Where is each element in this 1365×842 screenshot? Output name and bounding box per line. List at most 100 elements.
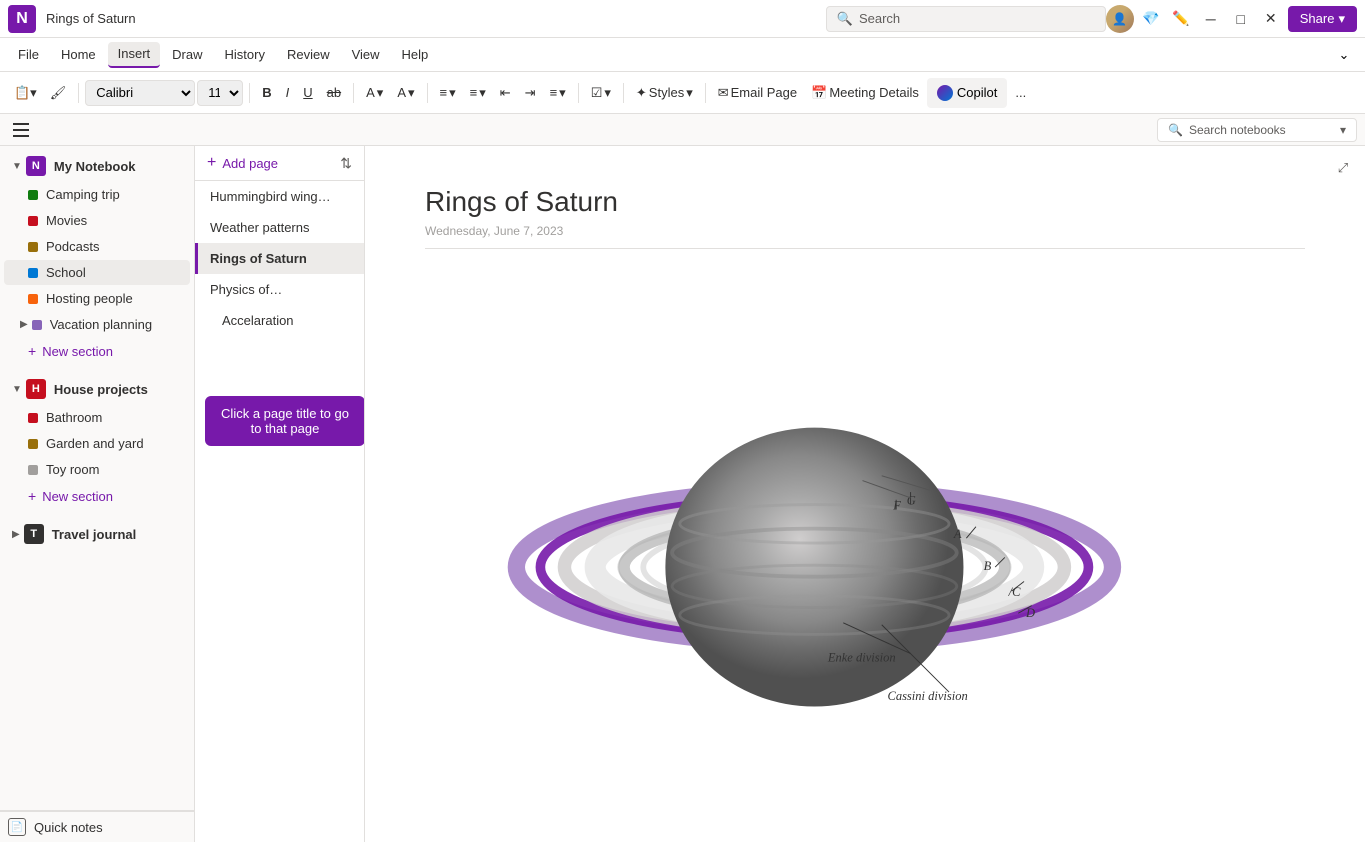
expand-button[interactable]: ⤢ <box>1331 156 1355 180</box>
copilot-icon <box>937 85 953 101</box>
check-button[interactable]: ☑ ▾ <box>585 78 617 108</box>
styles-button[interactable]: ✦ Styles ▾ <box>630 78 699 108</box>
notebook-my-notebook-header[interactable]: ▼ N My Notebook <box>4 151 190 181</box>
section-movies[interactable]: Movies <box>4 208 190 233</box>
page-date: Wednesday, June 7, 2023 <box>425 224 1305 249</box>
svg-text:Enke division: Enke division <box>827 650 896 664</box>
search-placeholder: Search <box>859 11 900 26</box>
svg-text:D: D <box>1025 606 1035 620</box>
strikethrough-button[interactable]: ab <box>321 78 347 108</box>
notebook-travel-journal-header[interactable]: ▶ T Travel journal <box>4 519 190 549</box>
pen-icon[interactable]: ✏️ <box>1168 6 1194 32</box>
menu-help[interactable]: Help <box>392 42 439 68</box>
section-garden[interactable]: Garden and yard <box>4 431 190 456</box>
calendar-icon: 📅 <box>811 85 827 101</box>
saturn-diagram: G F A B /C D En <box>425 269 1305 772</box>
collapse-icon: ▶ <box>12 529 20 540</box>
email-page-button[interactable]: ✉ Email Page <box>712 78 803 108</box>
page-acceleration[interactable]: Accelaration <box>195 305 364 336</box>
new-section-house[interactable]: + New section <box>4 483 190 509</box>
menu-view[interactable]: View <box>342 42 390 68</box>
notebook-title: House projects <box>54 382 148 397</box>
section-podcasts[interactable]: Podcasts <box>4 234 190 259</box>
italic-button[interactable]: I <box>280 78 296 108</box>
menu-review[interactable]: Review <box>277 42 340 68</box>
menu-home[interactable]: Home <box>51 42 106 68</box>
section-label: Bathroom <box>46 410 102 425</box>
notebook-house-projects: ▼ H House projects Bathroom Garden and y… <box>0 369 194 514</box>
chevron-down-icon: ▾ <box>377 85 384 101</box>
menu-expand-icon[interactable]: ⌄ <box>1331 42 1357 68</box>
page-weather[interactable]: Weather patterns <box>195 212 364 243</box>
hamburger-button[interactable] <box>8 117 34 143</box>
font-color-label: A <box>397 85 406 100</box>
new-section-my-notebook[interactable]: + New section <box>4 338 190 364</box>
title-bar-actions: 👤 💎 ✏️ ─ □ ✕ Share ▾ <box>1106 5 1357 33</box>
section-color-dot <box>28 439 38 449</box>
close-icon[interactable]: ✕ <box>1258 6 1284 32</box>
app-title: Rings of Saturn <box>46 11 826 26</box>
underline-button[interactable]: U <box>297 78 318 108</box>
section-label: Hosting people <box>46 291 133 306</box>
divider-5 <box>578 83 579 103</box>
menu-draw[interactable]: Draw <box>162 42 212 68</box>
decrease-indent-button[interactable]: ⇤ <box>494 78 517 108</box>
notebook-house-projects-header[interactable]: ▼ H House projects <box>4 374 190 404</box>
bold-button[interactable]: B <box>256 78 277 108</box>
more-button[interactable]: ... <box>1009 78 1032 108</box>
title-bar: N Rings of Saturn 🔍 Search 👤 💎 ✏️ ─ □ ✕ … <box>0 0 1365 38</box>
section-label: Garden and yard <box>46 436 144 451</box>
section-label: Camping trip <box>46 187 120 202</box>
format-painter-btn[interactable]: 🖌 <box>44 78 73 108</box>
meeting-details-button[interactable]: 📅 Meeting Details <box>805 78 925 108</box>
svg-text:G: G <box>907 494 916 508</box>
bullets-button[interactable]: ≡ ▾ <box>434 78 462 108</box>
section-school[interactable]: School <box>4 260 190 285</box>
section-toy-room[interactable]: Toy room <box>4 457 190 482</box>
highlight-label: A <box>366 85 375 100</box>
divider-1 <box>78 83 79 103</box>
global-search[interactable]: 🔍 Search <box>826 6 1106 32</box>
collapse-icon: ▼ <box>12 384 22 395</box>
avatar[interactable]: 👤 <box>1106 5 1134 33</box>
add-page-label: Add page <box>222 156 278 171</box>
section-label: Vacation planning <box>50 317 152 332</box>
highlight-button[interactable]: A ▾ <box>360 78 389 108</box>
font-family-select[interactable]: Calibri <box>85 80 195 106</box>
add-page-button[interactable]: + Add page ⇅ <box>195 146 364 181</box>
page-physics[interactable]: Physics of… <box>195 274 364 305</box>
section-hosting-people[interactable]: Hosting people <box>4 286 190 311</box>
quick-notes-section: 📄 Quick notes <box>0 810 194 842</box>
chevron-down-icon: ▾ <box>559 85 566 101</box>
styles-icon: ✦ <box>636 85 647 101</box>
increase-indent-button[interactable]: ⇥ <box>519 78 542 108</box>
left-sidebar: ▼ N My Notebook Camping trip Movies Podc… <box>0 146 195 842</box>
page-rings-of-saturn[interactable]: Rings of Saturn <box>195 243 364 274</box>
toolbar-clipboard: 📋▾ 🖌 <box>8 78 72 108</box>
maximize-icon[interactable]: □ <box>1228 6 1254 32</box>
section-camping-trip[interactable]: Camping trip <box>4 182 190 207</box>
gem-icon[interactable]: 💎 <box>1138 6 1164 32</box>
minimize-icon[interactable]: ─ <box>1198 6 1224 32</box>
search-notebooks[interactable]: 🔍 Search notebooks ▾ <box>1157 118 1357 142</box>
align-button[interactable]: ≡ ▾ <box>544 78 572 108</box>
quick-notes-button[interactable]: 📄 Quick notes <box>0 811 194 842</box>
share-button[interactable]: Share ▾ <box>1288 6 1357 32</box>
menu-file[interactable]: File <box>8 42 49 68</box>
copilot-button[interactable]: Copilot <box>927 78 1007 108</box>
font-size-select[interactable]: 11 <box>197 80 243 106</box>
menu-insert[interactable]: Insert <box>108 42 161 68</box>
section-color-dot <box>28 268 38 278</box>
sort-icon[interactable]: ⇅ <box>340 155 352 172</box>
section-vacation-planning[interactable]: ▶ Vacation planning <box>4 312 190 337</box>
section-bathroom[interactable]: Bathroom <box>4 405 190 430</box>
page-hummingbird[interactable]: Hummingbird wing… <box>195 181 364 212</box>
font-color-button[interactable]: A ▾ <box>391 78 420 108</box>
email-icon: ✉ <box>718 85 729 101</box>
divider-3 <box>353 83 354 103</box>
menu-history[interactable]: History <box>215 42 275 68</box>
chevron-down-icon: ▾ <box>408 85 415 101</box>
divider-7 <box>705 83 706 103</box>
clipboard-btn[interactable]: 📋▾ <box>8 78 43 108</box>
numbered-button[interactable]: ≡ ▾ <box>464 78 492 108</box>
